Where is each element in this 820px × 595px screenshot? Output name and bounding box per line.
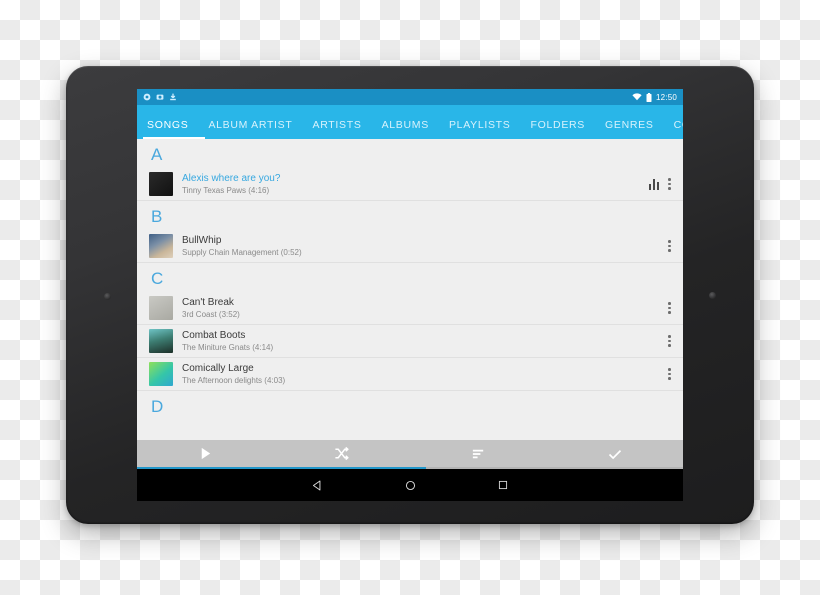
album-art <box>149 172 173 196</box>
back-triangle-icon[interactable] <box>311 479 324 492</box>
shuffle-icon <box>335 446 349 461</box>
album-art <box>149 362 173 386</box>
song-row-icons <box>668 367 675 381</box>
tab-playlists[interactable]: PLAYLISTS <box>439 119 521 139</box>
song-subtitle: The Afternoon delights (4:03) <box>182 375 286 385</box>
song-row-icons <box>668 334 675 348</box>
tab-bar[interactable]: SONGS ALBUM ARTIST ARTISTS ALBUMS PLAYLISTS F… <box>137 105 683 139</box>
home-circle-icon[interactable] <box>404 479 417 492</box>
song-subtitle: The Miniture Gnats (4:14) <box>182 342 274 352</box>
song-overflow-button[interactable] <box>668 301 671 315</box>
action-bar[interactable] <box>137 440 683 467</box>
song-overflow-button[interactable] <box>668 367 671 381</box>
sort-icon <box>472 449 483 459</box>
tab-com[interactable]: COM <box>664 119 683 139</box>
tab-album-artist[interactable]: ALBUM ARTIST <box>198 119 302 139</box>
equalizer-icon[interactable] <box>648 178 659 190</box>
song-text: Can't Break 3rd Coast (3:52) <box>182 297 668 320</box>
status-bar: 12:50 <box>137 89 683 105</box>
song-subtitle: 3rd Coast (3:52) <box>182 309 240 319</box>
album-art <box>149 234 173 258</box>
section-header-a: A <box>151 145 163 164</box>
song-row-icons <box>668 301 675 315</box>
song-row[interactable]: Alexis where are you? Tinny Texas Paws (4… <box>137 168 683 201</box>
play-all-button[interactable] <box>137 440 274 467</box>
song-row[interactable]: Can't Break 3rd Coast (3:52) <box>137 292 683 325</box>
song-overflow-button[interactable] <box>668 177 671 191</box>
song-list[interactable]: A Alexis where are you? Tinny Texas Paws (… <box>137 139 683 449</box>
song-title: Alexis where are you? <box>182 172 281 184</box>
song-title: Comically Large <box>182 362 254 374</box>
song-text: Alexis where are you? Tinny Texas Paws (4… <box>182 173 649 196</box>
shuffle-button[interactable] <box>274 440 411 467</box>
song-subtitle: Tinny Texas Paws (4:16) <box>182 185 270 195</box>
song-overflow-button[interactable] <box>668 334 671 348</box>
section-header-b: B <box>151 207 163 226</box>
tab-albums[interactable]: ALBUMS <box>372 119 439 139</box>
tab-artists[interactable]: ARTISTS <box>303 119 372 139</box>
song-row[interactable]: BullWhip Supply Chain Management (0:52) <box>137 230 683 263</box>
album-art <box>149 296 173 320</box>
ambient-sensor-icon <box>709 292 716 299</box>
wifi-icon <box>632 93 642 101</box>
notification-dot-icon <box>143 93 151 101</box>
song-title: Combat Boots <box>182 329 246 341</box>
song-row[interactable]: Comically Large The Afternoon delights (4… <box>137 358 683 391</box>
android-navigation-bar[interactable] <box>137 469 683 501</box>
song-text: Combat Boots The Miniture Gnats (4:14) <box>182 330 668 353</box>
song-row[interactable]: Combat Boots The Miniture Gnats (4:14) <box>137 325 683 358</box>
status-system-icons: 12:50 <box>632 92 677 102</box>
sort-button[interactable] <box>410 440 547 467</box>
song-text: Comically Large The Afternoon delights (4… <box>182 363 668 386</box>
tab-genres[interactable]: GENRES <box>595 119 664 139</box>
tab-folders[interactable]: FOLDERS <box>521 119 596 139</box>
battery-icon <box>646 92 652 102</box>
play-icon <box>201 447 210 460</box>
download-icon <box>170 93 176 101</box>
front-camera-icon <box>104 293 111 300</box>
tablet-screen: 12:50 SONGS ALBUM ARTIST ARTISTS ALBUMS PLAY… <box>137 89 683 501</box>
song-row-icons <box>648 177 676 191</box>
song-subtitle: Supply Chain Management (0:52) <box>182 247 302 257</box>
album-art <box>149 329 173 353</box>
song-title: Can't Break <box>182 296 234 308</box>
song-overflow-button[interactable] <box>668 239 671 253</box>
status-clock: 12:50 <box>655 92 677 102</box>
select-done-button[interactable] <box>547 440 684 467</box>
song-row-icons <box>668 239 675 253</box>
tablet-device-frame: 12:50 SONGS ALBUM ARTIST ARTISTS ALBUMS PLAY… <box>66 66 754 524</box>
check-icon <box>608 449 621 459</box>
screenshot-icon <box>156 94 164 100</box>
section-header-c: C <box>151 269 164 288</box>
song-text: BullWhip Supply Chain Management (0:52) <box>182 235 668 258</box>
recents-square-icon[interactable] <box>497 479 509 491</box>
section-header-d: D <box>151 397 164 416</box>
status-notification-icons <box>143 93 177 101</box>
song-title: BullWhip <box>182 234 222 246</box>
